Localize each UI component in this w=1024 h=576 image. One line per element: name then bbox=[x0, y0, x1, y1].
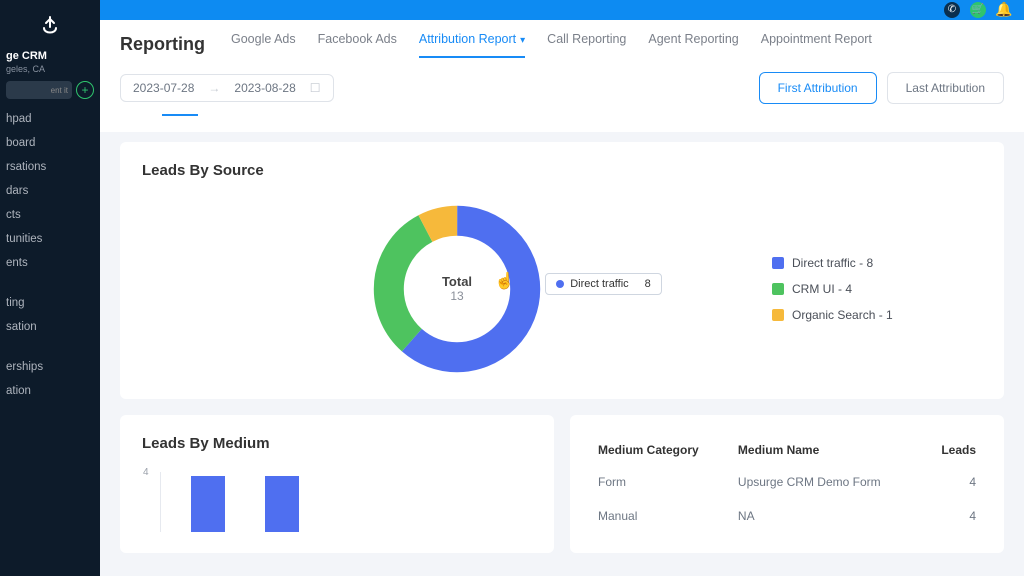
legend-swatch bbox=[772, 309, 784, 321]
cell-leads: 4 bbox=[924, 465, 982, 499]
sidebar-search[interactable]: ent it bbox=[6, 81, 72, 99]
last-attribution-button[interactable]: Last Attribution bbox=[887, 72, 1004, 104]
sidebar-item[interactable]: tunities bbox=[6, 233, 94, 245]
donut-center-label: Total bbox=[442, 274, 472, 289]
date-from: 2023-07-28 bbox=[133, 81, 194, 95]
sidebar: ge CRM geles, CA ent it + hpad board rsati… bbox=[0, 0, 100, 576]
cell-name: Upsurge CRM Demo Form bbox=[732, 465, 924, 499]
bar-manual[interactable] bbox=[265, 476, 299, 532]
table-row[interactable]: ManualNA4 bbox=[592, 499, 982, 533]
topbar: ✆ 🛒 🔔 bbox=[100, 0, 1024, 20]
table-row[interactable]: FormUpsurge CRM Demo Form4 bbox=[592, 465, 982, 499]
col-name: Medium Name bbox=[732, 435, 924, 465]
tab-appointment-report[interactable]: Appointment Report bbox=[761, 32, 872, 58]
chevron-down-icon: ▾ bbox=[520, 35, 525, 46]
bar-chart[interactable]: 4 bbox=[160, 472, 532, 532]
medium-table-card: Medium Category Medium Name Leads FormUp… bbox=[570, 415, 1004, 553]
legend-label: Direct traffic - 8 bbox=[792, 256, 873, 270]
sidebar-item[interactable]: erships bbox=[6, 361, 94, 373]
org-location: geles, CA bbox=[6, 64, 94, 75]
main-area: ✆ 🛒 🔔 Reporting Google Ads Facebook Ads At… bbox=[100, 0, 1024, 576]
bar-form[interactable] bbox=[191, 476, 225, 532]
sidebar-item[interactable]: ents bbox=[6, 257, 94, 269]
sidebar-item[interactable]: cts bbox=[6, 209, 94, 221]
legend-label: Organic Search - 1 bbox=[792, 308, 893, 322]
add-button[interactable]: + bbox=[76, 81, 94, 99]
cell-leads: 4 bbox=[924, 499, 982, 533]
app-logo bbox=[6, 10, 94, 42]
leads-by-source-card: Leads By Source Total 13 ☝ bbox=[120, 142, 1004, 399]
leads-by-medium-card: Leads By Medium 4 bbox=[120, 415, 554, 553]
legend-swatch bbox=[772, 257, 784, 269]
cell-category: Form bbox=[592, 465, 732, 499]
page-title: Reporting bbox=[120, 34, 205, 55]
date-range-picker[interactable]: 2023-07-28 → 2023-08-28 ☐ bbox=[120, 74, 334, 102]
medium-table: Medium Category Medium Name Leads FormUp… bbox=[592, 435, 982, 533]
sidebar-item[interactable]: board bbox=[6, 137, 94, 149]
donut-center-value: 13 bbox=[450, 289, 463, 303]
legend-item[interactable]: Direct traffic - 8 bbox=[772, 256, 982, 270]
cell-category: Manual bbox=[592, 499, 732, 533]
sidebar-item[interactable]: ation bbox=[6, 385, 94, 397]
controls-bar: 2023-07-28 → 2023-08-28 ☐ First Attribut… bbox=[100, 58, 1024, 114]
arrow-right-icon: → bbox=[208, 81, 220, 95]
legend-item[interactable]: CRM UI - 4 bbox=[772, 282, 982, 296]
cart-icon[interactable]: 🛒 bbox=[970, 2, 986, 18]
header: Reporting Google Ads Facebook Ads Attribut… bbox=[100, 20, 1024, 58]
cursor-hand-icon: ☝ bbox=[495, 271, 515, 291]
calendar-icon: ☐ bbox=[310, 81, 321, 95]
first-attribution-button[interactable]: First Attribution bbox=[759, 72, 877, 104]
sidebar-item[interactable]: hpad bbox=[6, 113, 94, 125]
donut-chart[interactable]: Total 13 bbox=[367, 199, 547, 379]
chart-legend: Direct traffic - 8 CRM UI - 4 Organic Sear… bbox=[772, 256, 982, 322]
tooltip-label: Direct traffic bbox=[570, 278, 628, 290]
sidebar-item[interactable]: sation bbox=[6, 321, 94, 333]
tab-google-ads[interactable]: Google Ads bbox=[231, 32, 296, 58]
tab-attribution-report[interactable]: Attribution Report▾ bbox=[419, 32, 525, 58]
legend-item[interactable]: Organic Search - 1 bbox=[772, 308, 982, 322]
subtab-indicator bbox=[100, 114, 1024, 132]
col-leads: Leads bbox=[924, 435, 982, 465]
report-tabs: Google Ads Facebook Ads Attribution Report… bbox=[231, 32, 872, 58]
tab-call-reporting[interactable]: Call Reporting bbox=[547, 32, 626, 58]
legend-swatch bbox=[772, 283, 784, 295]
col-category: Medium Category bbox=[592, 435, 732, 465]
bell-icon[interactable]: 🔔 bbox=[996, 2, 1012, 18]
y-axis-tick: 4 bbox=[143, 467, 149, 478]
tooltip-value: 8 bbox=[645, 278, 651, 290]
sidebar-item[interactable]: dars bbox=[6, 185, 94, 197]
legend-label: CRM UI - 4 bbox=[792, 282, 852, 296]
org-name: ge CRM bbox=[6, 50, 94, 64]
cell-name: NA bbox=[732, 499, 924, 533]
phone-icon[interactable]: ✆ bbox=[944, 2, 960, 18]
tab-facebook-ads[interactable]: Facebook Ads bbox=[318, 32, 397, 58]
tab-agent-reporting[interactable]: Agent Reporting bbox=[648, 32, 738, 58]
card-title: Leads By Medium bbox=[142, 435, 532, 452]
org-selector[interactable]: ge CRM geles, CA bbox=[6, 50, 94, 75]
chart-tooltip: Direct traffic 8 bbox=[545, 273, 662, 295]
card-title: Leads By Source bbox=[142, 162, 982, 179]
sidebar-item[interactable]: rsations bbox=[6, 161, 94, 173]
tooltip-swatch bbox=[556, 280, 564, 288]
sidebar-item[interactable]: ting bbox=[6, 297, 94, 309]
date-to: 2023-08-28 bbox=[234, 81, 295, 95]
